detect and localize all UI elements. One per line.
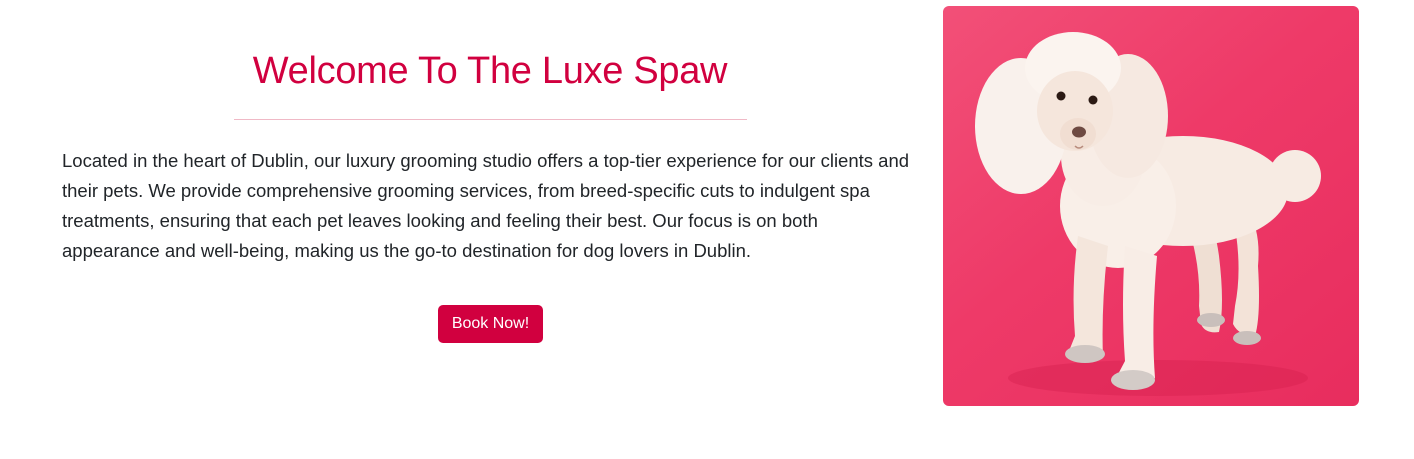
- intro-description: Located in the heart of Dublin, our luxu…: [62, 150, 910, 261]
- book-now-button[interactable]: Book Now!: [438, 305, 543, 343]
- poodle-illustration: [975, 32, 1321, 396]
- page-title: Welcome To The Luxe Spaw: [252, 50, 728, 92]
- title-divider: [234, 119, 747, 120]
- welcome-section: Welcome To The Luxe Spaw Located in the …: [0, 0, 1414, 459]
- poodle-photo: [943, 6, 1359, 406]
